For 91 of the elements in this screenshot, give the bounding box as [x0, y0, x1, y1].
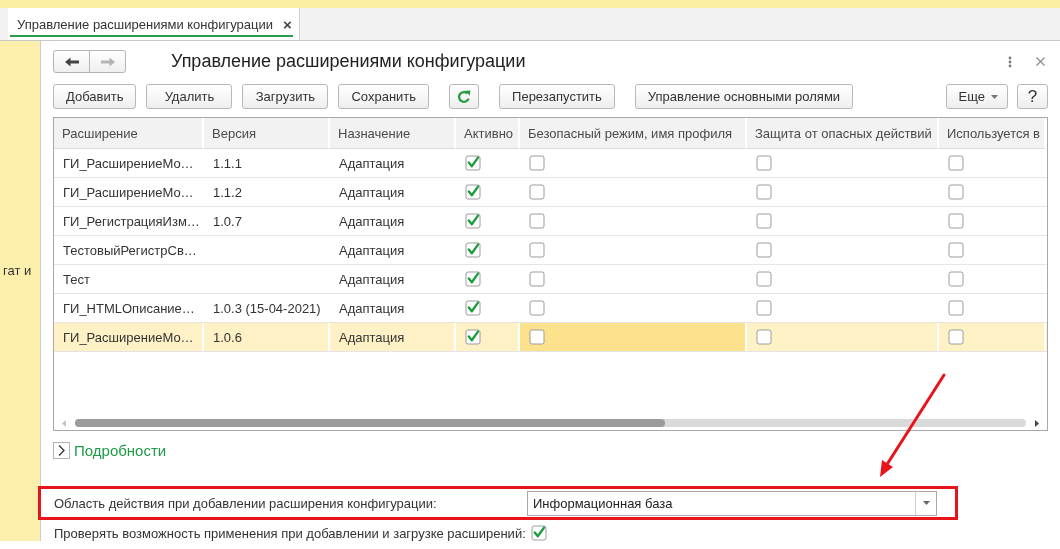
form-title: Управление расширениями конфигурации: [171, 51, 526, 72]
sidebar-text: гат и: [2, 263, 32, 278]
table-cell-text: 1.1.2: [212, 183, 243, 202]
table-cell-text: 1.1.1: [212, 154, 243, 173]
caret-icon: [922, 501, 930, 505]
checkbox[interactable]: [465, 213, 481, 229]
checkbox[interactable]: [948, 329, 964, 345]
checkbox[interactable]: [756, 213, 772, 229]
table-row[interactable]: Тест Адаптация: [54, 265, 1047, 294]
checkbox[interactable]: [465, 300, 481, 316]
more-icon[interactable]: [1008, 55, 1012, 68]
checkbox[interactable]: [756, 300, 772, 316]
caret-icon: [991, 94, 998, 99]
scrollbar-thumb[interactable]: [75, 419, 665, 427]
table-row[interactable]: ТестовыйРегистрСв… Адаптация: [54, 236, 1047, 265]
table-cell: Адаптация: [330, 323, 456, 351]
checkbox[interactable]: [948, 213, 964, 229]
checkbox[interactable]: [756, 184, 772, 200]
checkbox[interactable]: [529, 242, 545, 258]
checkbox[interactable]: [465, 155, 481, 171]
checkbox[interactable]: [529, 271, 545, 287]
table-cell-text: Адаптация: [338, 154, 406, 173]
checkbox[interactable]: [465, 242, 481, 258]
checkbox[interactable]: [948, 155, 964, 171]
checkbox-label: Проверять возможность применения при добавлении и загрузке расширений:: [54, 525, 526, 541]
checkbox[interactable]: [948, 300, 964, 316]
tab[interactable]: Управление расширениями конфигурации ×: [8, 8, 300, 40]
table-row[interactable]: ГИ_РасширениеМо… 1.0.6 Адаптация: [54, 323, 1047, 352]
toolbar-button[interactable]: Сохранить: [338, 84, 430, 109]
scroll-left-icon[interactable]: [62, 419, 66, 427]
column-header[interactable]: Расширение: [54, 118, 204, 149]
checkbox[interactable]: [756, 242, 772, 258]
checkbox[interactable]: [756, 329, 772, 345]
column-header[interactable]: Безопасный режим, имя профиля: [520, 118, 747, 149]
refresh-icon: [457, 89, 472, 104]
checkbox[interactable]: [529, 329, 545, 345]
table-cell-text: ГИ_РасширениеМо…: [62, 183, 195, 202]
scroll-right-icon[interactable]: [1035, 419, 1039, 427]
checkbox[interactable]: [465, 271, 481, 287]
table-cell-text: ТестовыйРегистрСв…: [62, 241, 198, 260]
checkbox[interactable]: [529, 300, 545, 316]
details-toggle[interactable]: Подробности: [53, 442, 167, 459]
chevron-right-icon: [53, 442, 70, 459]
arrow-left-icon: [64, 56, 79, 67]
refresh-button[interactable]: [449, 84, 480, 109]
checkbox[interactable]: [529, 155, 545, 171]
toolbar-button[interactable]: Перезапустить: [499, 84, 615, 109]
table-cell-text: Адаптация: [338, 270, 406, 289]
table-cell-text: Адаптация: [338, 299, 406, 318]
table-cell-text: Адаптация: [338, 241, 406, 260]
checkbox[interactable]: [756, 271, 772, 287]
column-header[interactable]: Защита от опасных действий: [747, 118, 939, 149]
tab-close-button[interactable]: ×: [283, 15, 292, 33]
column-header[interactable]: Активно: [456, 118, 520, 149]
table-cell-text: Адаптация: [338, 212, 406, 231]
table-cell: 1.0.6: [204, 323, 330, 351]
column-header[interactable]: Назначение: [330, 118, 456, 149]
table-cell-text: ГИ_HTMLОписание…: [62, 299, 196, 318]
toolbar-button[interactable]: Управление основными ролями: [634, 84, 854, 109]
toolbar-button[interactable]: Удалить: [146, 84, 233, 109]
checkbox[interactable]: [948, 242, 964, 258]
checkbox[interactable]: [530, 525, 547, 541]
help-button[interactable]: ?: [1017, 84, 1048, 109]
toolbar-button[interactable]: Добавить: [53, 84, 137, 109]
column-header[interactable]: Используется в: [939, 118, 1046, 149]
table-cell-text: 1.0.7: [212, 212, 243, 231]
table-cell-text: ГИ_РасширениеМо…: [62, 154, 195, 173]
toolbar-button[interactable]: Загрузить: [242, 84, 329, 109]
checkbox[interactable]: [529, 184, 545, 200]
table-cell-text: ГИ_РегистрацияИзм…: [62, 212, 201, 231]
table-cell-text: 1.0.3 (15-04-2021): [212, 299, 322, 318]
table-cell-text: Адаптация: [338, 183, 406, 202]
checkbox[interactable]: [529, 213, 545, 229]
checkbox[interactable]: [948, 271, 964, 287]
scrollbar-track[interactable]: [75, 419, 1026, 427]
checkbox[interactable]: [465, 329, 481, 345]
table-row[interactable]: ГИ_РегистрацияИзм… 1.0.7 Адаптация: [54, 207, 1047, 236]
checkbox[interactable]: [948, 184, 964, 200]
table-row[interactable]: ГИ_РасширениеМо… 1.1.2 Адаптация: [54, 178, 1047, 207]
arrow-right-icon: [100, 56, 115, 67]
back-button[interactable]: [53, 50, 90, 73]
checkbox[interactable]: [465, 184, 481, 200]
column-header[interactable]: Версия: [204, 118, 330, 149]
table-row[interactable]: ГИ_РасширениеМо… 1.1.1 Адаптация: [54, 149, 1047, 178]
dropdown-field[interactable]: Информационная база: [527, 490, 937, 516]
table-cell: ГИ_РасширениеМо…: [54, 323, 204, 351]
more-button[interactable]: Еще: [945, 84, 1008, 109]
checkbox[interactable]: [756, 155, 772, 171]
field-label: Область действия при добавлении расширения конфигурации:: [54, 495, 438, 511]
table-cell-text: Тест: [62, 270, 91, 289]
close-icon[interactable]: [1036, 57, 1045, 66]
